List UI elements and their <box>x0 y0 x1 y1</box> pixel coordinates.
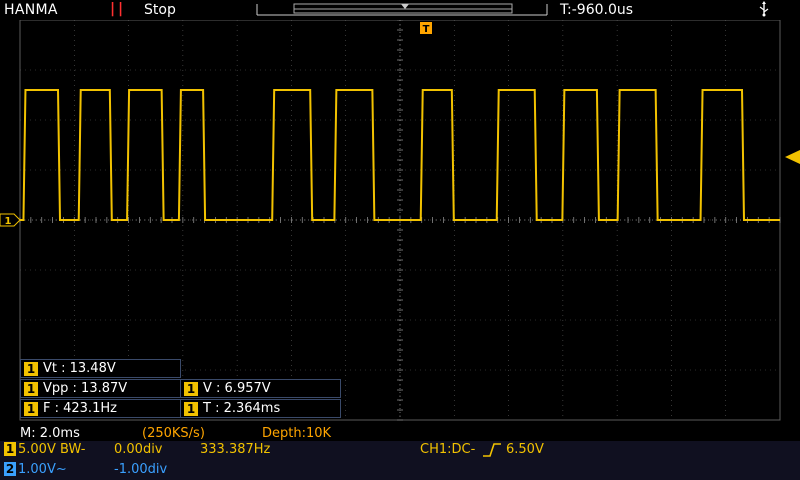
measurement-f: 1 F : 423.1Hz <box>20 399 181 418</box>
measurement-t: 1 T : 2.364ms <box>180 399 341 418</box>
ch1-frequency: 333.387Hz <box>200 442 271 457</box>
ch1-offset[interactable]: 0.00div <box>114 442 163 457</box>
trigger-level[interactable]: 6.50V <box>506 442 544 457</box>
ch2-scale[interactable]: 1.00V~ <box>18 462 67 477</box>
run-state-label[interactable]: Stop <box>144 2 176 18</box>
acquisition-status-line: M: 2.0ms (250KS/s) Depth:10K <box>0 425 800 441</box>
channel-settings-panel: 1 5.00V BW- 0.00div 333.387Hz CH1:DC- 6.… <box>0 441 800 480</box>
trigger-time-readout[interactable]: T:-960.0us <box>560 2 633 18</box>
trigger-source[interactable]: CH1:DC- <box>420 442 475 457</box>
channel-badge: 1 <box>184 402 198 416</box>
measurement-value: Vt : 13.48V <box>43 361 116 376</box>
measurement-vpp: 1 Vpp : 13.87V <box>20 379 181 398</box>
sample-rate-readout: (250KS/s) <box>142 426 205 441</box>
timebase-readout[interactable]: M: 2.0ms <box>20 426 80 441</box>
ch1-bandwidth[interactable]: BW- <box>60 442 85 457</box>
channel-badge: 1 <box>24 362 38 376</box>
svg-text:1: 1 <box>5 216 12 227</box>
measurement-value: T : 2.364ms <box>203 401 281 416</box>
ch1-badge[interactable]: 1 <box>4 442 16 456</box>
svg-text:T: T <box>423 24 430 35</box>
trigger-level-marker[interactable] <box>785 150 800 164</box>
status-bar: HANMA | | Stop T:-960.0us <box>0 0 800 20</box>
measurement-value: Vpp : 13.87V <box>43 381 128 396</box>
measurement-value: F : 423.1Hz <box>43 401 117 416</box>
measurement-vt: 1 Vt : 13.48V <box>20 359 181 378</box>
memory-depth-readout[interactable]: Depth:10K <box>262 426 331 441</box>
ch1-scale[interactable]: 5.00V <box>18 442 56 457</box>
ch1-ground-marker[interactable]: 1 <box>0 213 21 227</box>
pause-icon[interactable]: | | <box>110 1 123 17</box>
memory-position-bar[interactable] <box>256 2 548 16</box>
rising-edge-icon[interactable] <box>482 443 502 457</box>
brand-label: HANMA <box>4 2 58 18</box>
usb-icon <box>759 1 769 17</box>
channel-badge: 1 <box>184 382 198 396</box>
measurement-value: V : 6.957V <box>203 381 271 396</box>
trigger-position-marker[interactable]: T <box>420 22 432 35</box>
ch2-offset[interactable]: -1.00div <box>114 462 167 477</box>
ch2-badge[interactable]: 2 <box>4 462 16 476</box>
channel-badge: 1 <box>24 382 38 396</box>
measurement-v: 1 V : 6.957V <box>180 379 341 398</box>
channel-badge: 1 <box>24 402 38 416</box>
